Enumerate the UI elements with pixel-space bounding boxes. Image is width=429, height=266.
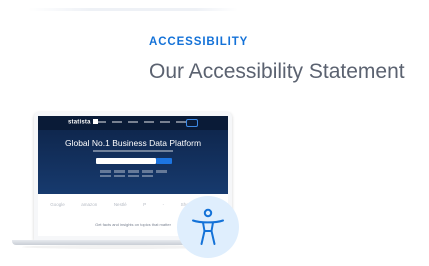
screen-hero-title: Global No.1 Business Data Platform bbox=[64, 138, 202, 148]
brand-logo: Google bbox=[50, 202, 65, 207]
screen-search-input bbox=[96, 158, 156, 164]
screen-hero-subtitle bbox=[93, 150, 173, 152]
top-divider bbox=[28, 8, 238, 11]
screen-navbar: statista bbox=[38, 116, 228, 130]
accessibility-badge bbox=[177, 196, 239, 258]
screen-logo: statista bbox=[68, 119, 98, 126]
screen-hero: statista Global No.1 Business Data Platf… bbox=[38, 116, 228, 194]
brand-logo: Nestlé bbox=[113, 202, 127, 207]
screen-nav-links bbox=[96, 121, 186, 124]
brand-logo: - bbox=[162, 202, 165, 207]
screen-nav-button bbox=[186, 119, 198, 127]
section-headline: Our Accessibility Statement bbox=[149, 60, 405, 83]
screen-topic-chips bbox=[100, 170, 180, 177]
brand-logo: amazon bbox=[81, 202, 98, 207]
screen-search-button bbox=[156, 158, 172, 164]
brand-logo: P bbox=[143, 202, 147, 207]
section-eyebrow: ACCESSIBILITY bbox=[149, 36, 249, 48]
accessibility-person-icon bbox=[192, 208, 224, 245]
